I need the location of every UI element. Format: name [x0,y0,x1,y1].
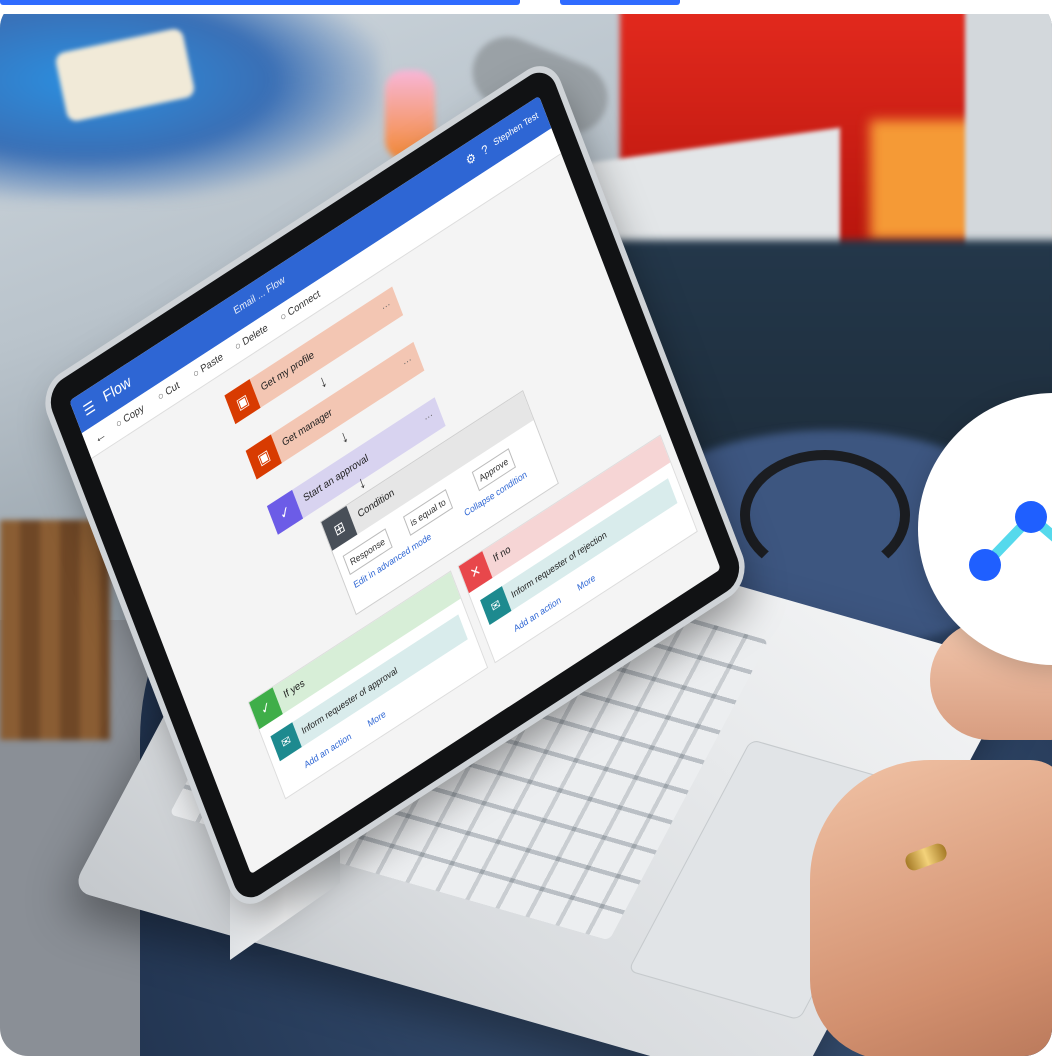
more-icon: … [379,296,392,313]
office-icon: ▣ [224,379,261,425]
connected-nodes-icon [969,501,1052,581]
photo: ☰ Flow Email ... Flow ⚙? Stephen Test ← … [0,0,1052,1056]
close-icon: ✕ [458,551,493,594]
badge-node [1015,501,1047,533]
badge-node [969,549,1001,581]
down-arrow-icon: ↓ [337,427,351,448]
mail-icon: ✉ [270,722,302,762]
top-strip [0,0,1052,14]
step-label: Get manager [280,406,334,450]
person-hand-lower [810,760,1052,1056]
more-link: More [575,572,597,593]
flow-step: ▣ Get manager … [245,341,425,480]
branch-label: If yes [282,677,307,702]
approval-icon: ✓ [266,489,304,535]
mail-icon: ✉ [480,586,512,626]
check-icon: ✓ [249,687,283,730]
menu-icon: ☰ [80,397,98,420]
background-blue-toy [0,0,380,200]
more-icon: … [400,351,413,368]
branch-label: If no [491,543,513,565]
top-accent-bar [560,0,680,5]
step-label: Get my profile [259,349,316,394]
top-accent-bar [0,0,520,5]
flow-brand: Flow [100,372,134,407]
toolbar-cut: Cut [156,380,181,404]
feature-badge [918,393,1052,665]
condition-icon: ⊞ [321,505,358,551]
header-icons: ⚙? [463,137,498,169]
bag-strap [740,450,910,580]
down-arrow-icon: ↓ [316,371,330,393]
more-icon: … [421,407,435,424]
office-icon: ▣ [245,434,282,480]
more-link: More [366,708,388,730]
background-wood-block [0,520,110,740]
back-arrow-icon: ← [91,425,109,447]
